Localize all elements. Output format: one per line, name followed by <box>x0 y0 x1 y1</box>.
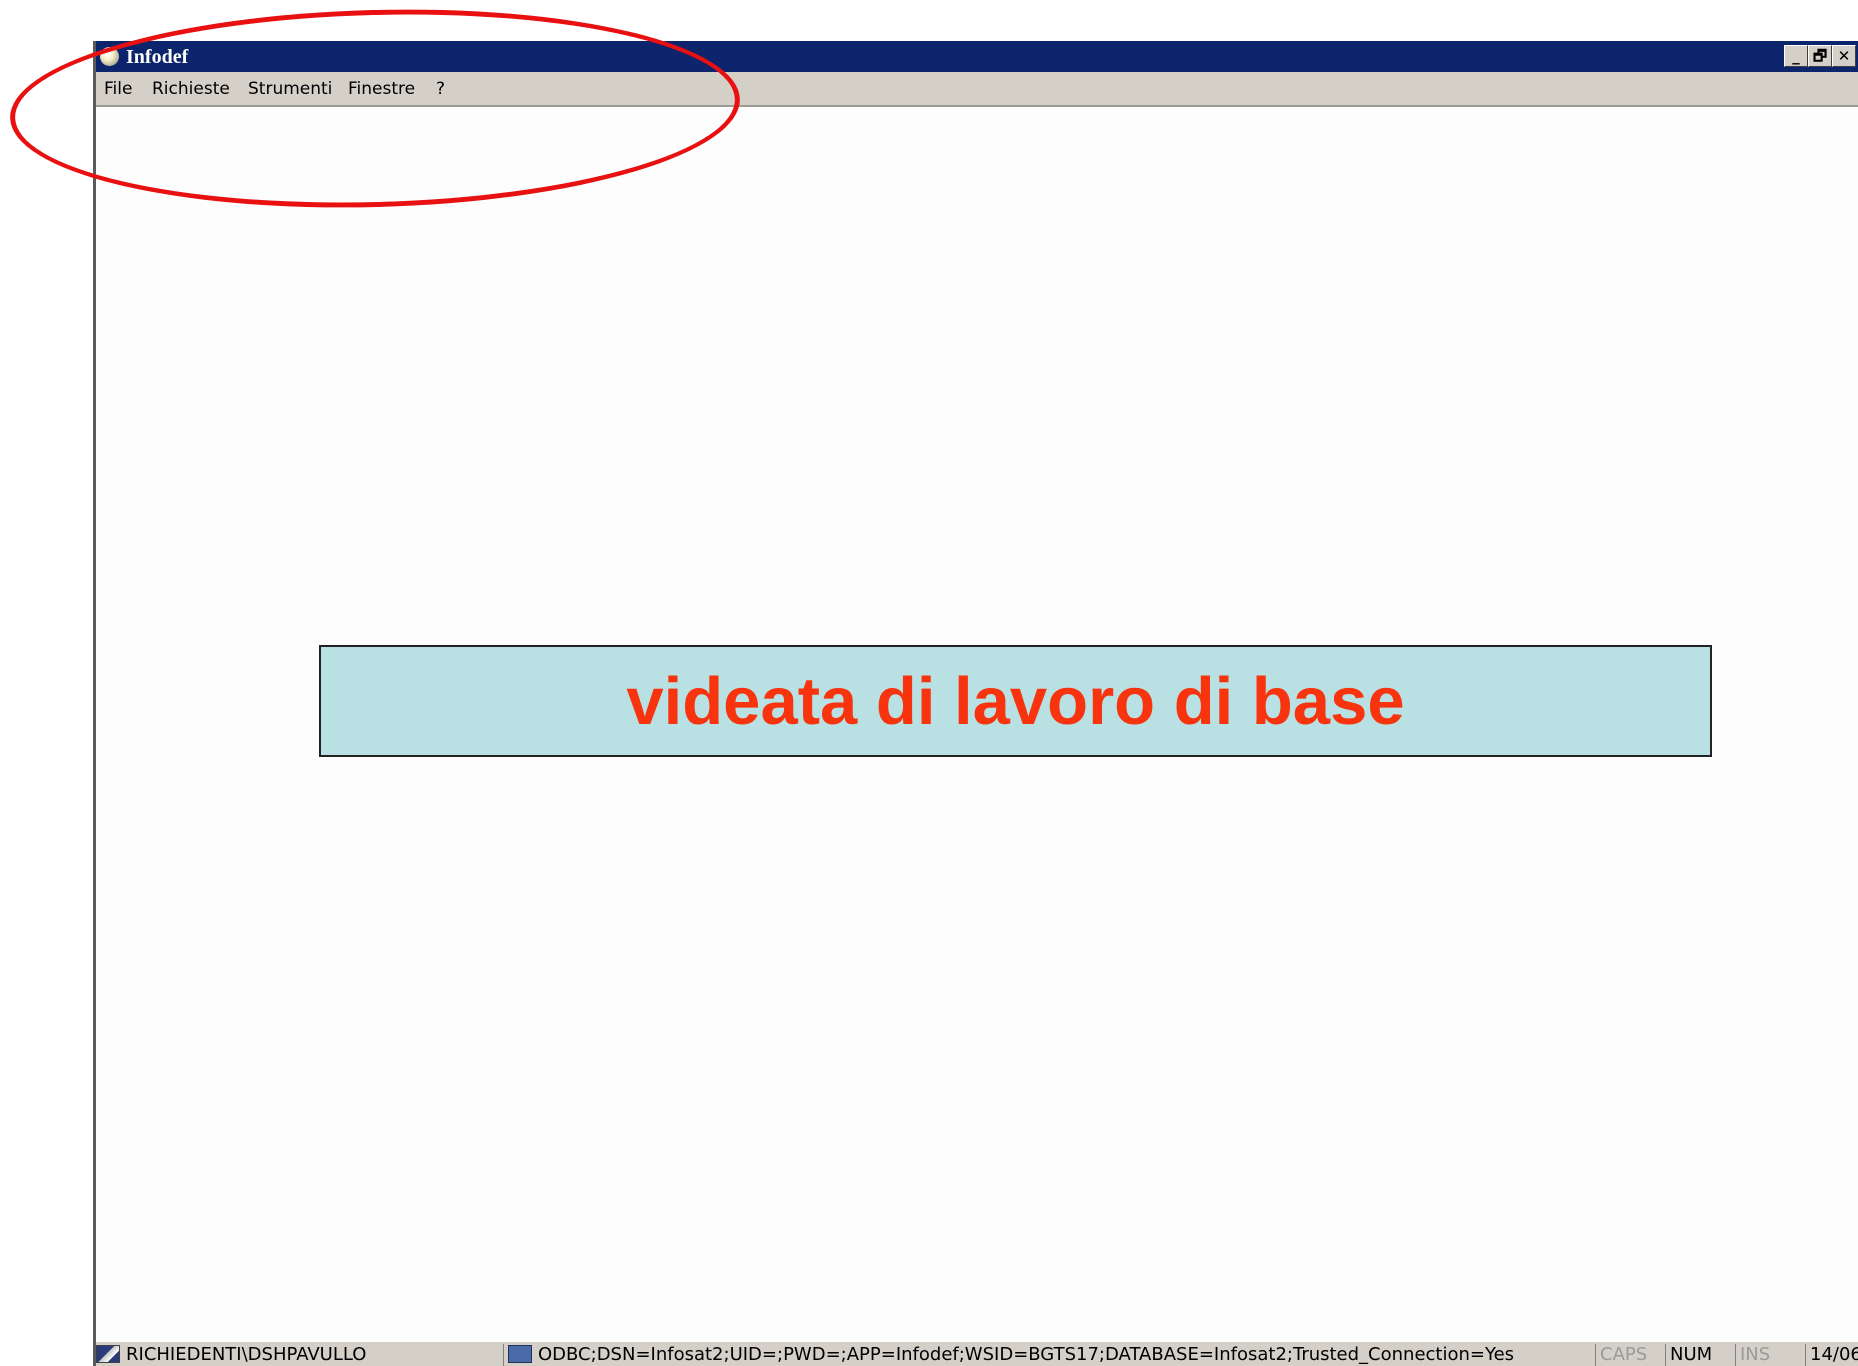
status-panel-user: RICHIEDENTI\DSHPAVULLO <box>96 1344 500 1366</box>
menu-richieste[interactable]: Richieste <box>152 78 230 100</box>
annotation-caption: videata di lavoro di base <box>626 663 1405 739</box>
status-caps: CAPS <box>1595 1344 1655 1366</box>
app-icon[interactable] <box>100 47 119 66</box>
status-ins: INS <box>1735 1344 1795 1366</box>
status-bar: RICHIEDENTI\DSHPAVULLO ODBC;DSN=Infosat2… <box>96 1342 1858 1366</box>
status-connection-text: ODBC;DSN=Infosat2;UID=;PWD=;APP=Infodef;… <box>538 1344 1515 1365</box>
status-date: 14/06/2010 <box>1805 1344 1858 1366</box>
menu-finestre[interactable]: Finestre <box>348 78 415 100</box>
menu-help[interactable]: ? <box>436 78 445 100</box>
user-icon <box>96 1345 120 1363</box>
annotation-caption-box: videata di lavoro di base <box>319 645 1712 757</box>
minimize-button[interactable]: _ <box>1784 45 1808 67</box>
menu-strumenti[interactable]: Strumenti <box>248 78 332 100</box>
window-title: Infodef <box>126 46 189 68</box>
title-bar[interactable]: Infodef _ 🗗 ✕ <box>96 41 1858 72</box>
menu-bar: File Richieste Strumenti Finestre ? <box>96 72 1858 107</box>
status-num: NUM <box>1665 1344 1725 1366</box>
menu-file[interactable]: File <box>104 78 132 100</box>
status-user-text: RICHIEDENTI\DSHPAVULLO <box>126 1344 367 1365</box>
restore-button[interactable]: 🗗 <box>1808 45 1832 67</box>
status-panel-connection: ODBC;DSN=Infosat2;UID=;PWD=;APP=Infodef;… <box>503 1344 1592 1366</box>
close-button[interactable]: ✕ <box>1832 45 1856 67</box>
database-connection-icon <box>508 1345 532 1363</box>
